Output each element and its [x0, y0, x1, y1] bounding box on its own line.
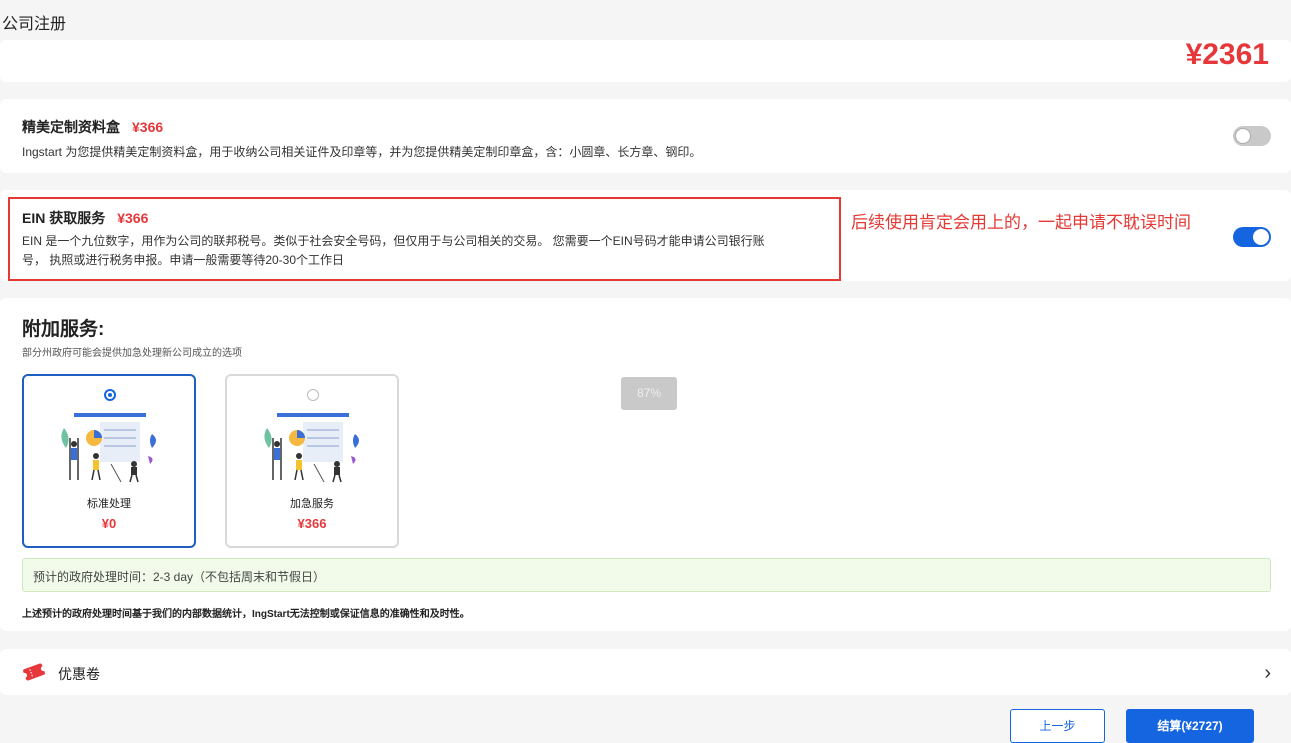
service-title: 精美定制资料盒 ¥366 [22, 117, 163, 137]
coupon-label: 优惠卷 [58, 666, 100, 682]
service-card-custom-box: 精美定制资料盒 ¥366 Ingstart 为您提供精美定制资料盒，用于收纳公司相… [0, 99, 1291, 173]
service-description: Ingstart 为您提供精美定制资料盒，用于收纳公司相关证件及印章等，并为您提… [22, 145, 702, 159]
radio-selected-icon[interactable] [104, 389, 116, 401]
option-price: ¥0 [101, 516, 117, 531]
toggle-knob [1253, 229, 1269, 245]
previous-step-button[interactable]: 上一步 [1010, 709, 1105, 743]
checkout-button[interactable]: 结算(¥2727) [1126, 709, 1254, 743]
chevron-right-icon[interactable]: › [1264, 662, 1271, 685]
service-toggle-custom-box[interactable] [1233, 126, 1271, 146]
previous-total-card: ¥2361 [0, 40, 1291, 82]
addon-title: 附加服务: [22, 319, 105, 340]
service-toggle-ein[interactable] [1233, 227, 1271, 247]
government-eta-notice: 预计的政府处理时间：2-3 day（不包括周末和节假日） [22, 558, 1271, 592]
option-name: 加急服务 [290, 498, 334, 510]
option-price: ¥366 [297, 516, 327, 531]
annotation-highlight-box [8, 197, 841, 281]
eta-disclaimer: 上述预计的政府处理时间基于我们的内部数据统计，IngStart无法控制或保证信息… [22, 609, 470, 620]
radio-unselected-icon[interactable] [307, 389, 319, 401]
team-planning-illustration-icon [264, 413, 359, 483]
previous-total-price: ¥2361 [1185, 40, 1269, 71]
service-price: ¥366 [132, 119, 164, 135]
coupon-ticket-icon [22, 663, 46, 681]
option-name: 标准处理 [87, 498, 131, 510]
service-title-text: 精美定制资料盒 [22, 119, 120, 135]
page-title: 公司注册 [2, 16, 67, 33]
processing-option-standard[interactable]: 标准处理 ¥0 [22, 374, 196, 548]
team-planning-illustration-icon [61, 413, 156, 483]
annotation-note: 后续使用肯定会用上的，一起申请不耽误时间 [851, 213, 1191, 232]
addon-subtitle: 部分州政府可能会提供加急处理新公司成立的选项 [22, 348, 242, 359]
coupon-row[interactable]: 优惠卷 › [0, 649, 1291, 695]
toggle-knob [1235, 128, 1251, 144]
processing-option-expedited[interactable]: 加急服务 ¥366 [225, 374, 399, 548]
zoom-level-badge: 87% [621, 377, 677, 410]
